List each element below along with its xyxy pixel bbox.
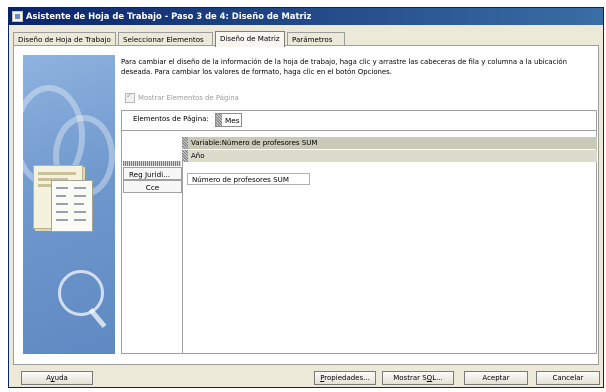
cancel-button[interactable]: Cancelar	[536, 371, 600, 385]
magnifier-handle	[88, 307, 107, 329]
page-item-label: Mes	[225, 116, 240, 125]
row-drag-strip[interactable]	[123, 161, 181, 166]
row-header-cce[interactable]: Cce	[123, 180, 182, 193]
help-button[interactable]: Ayuda	[21, 371, 93, 385]
column-header-label: Año	[191, 152, 205, 160]
row-header-reg-juridica[interactable]: Reg Juridi...	[123, 167, 182, 180]
tab-matrix-design[interactable]: Diseño de Matriz	[215, 31, 285, 47]
data-point-cell[interactable]: Número de profesores SUM	[187, 173, 310, 185]
row-header-area: Reg Juridi... Cce	[122, 158, 183, 353]
window-title: Asistente de Hoja de Trabajo - Paso 3 de…	[26, 11, 312, 21]
column-header-year[interactable]: Año	[182, 150, 597, 162]
accept-button[interactable]: Aceptar	[464, 371, 528, 385]
show-page-items-label: Mostrar Elementos de Página	[138, 94, 239, 102]
column-header-variable[interactable]: Variable:Número de profesores SUM	[182, 137, 597, 149]
drag-handle-icon[interactable]	[216, 114, 222, 126]
instructions-text: Para cambiar el diseño de la información…	[121, 58, 567, 76]
spreadsheet-icon	[51, 180, 93, 232]
show-sql-button[interactable]: Mostrar SQL...	[382, 371, 454, 385]
column-header-label: Variable:Número de profesores SUM	[191, 139, 318, 147]
show-page-items-option: Mostrar Elementos de Página	[125, 91, 239, 103]
magnifier-icon	[58, 270, 104, 316]
show-page-items-checkbox	[125, 91, 135, 103]
matrix-layout-area: Elementos de Página: Mes Variable:Número…	[121, 110, 597, 354]
drag-handle-icon[interactable]	[182, 137, 188, 149]
wizard-icon	[12, 11, 23, 22]
page-item-mes[interactable]: Mes	[215, 113, 242, 127]
wizard-illustration	[23, 55, 115, 354]
page-items-label: Elementos de Página:	[133, 115, 209, 123]
page-items-bar: Elementos de Página: Mes	[122, 111, 596, 131]
button-bar: Ayuda Propiedades... Mostrar SQL... Acep…	[0, 359, 606, 385]
tab-select-items[interactable]: Seleccionar Elementos	[118, 32, 213, 46]
properties-button[interactable]: Propiedades...	[314, 371, 376, 385]
title-bar[interactable]: Asistente de Hoja de Trabajo - Paso 3 de…	[9, 8, 603, 25]
tab-worksheet-design[interactable]: Diseño de Hoja de Trabajo	[13, 32, 116, 46]
tab-parameters[interactable]: Parámetros	[287, 32, 345, 46]
